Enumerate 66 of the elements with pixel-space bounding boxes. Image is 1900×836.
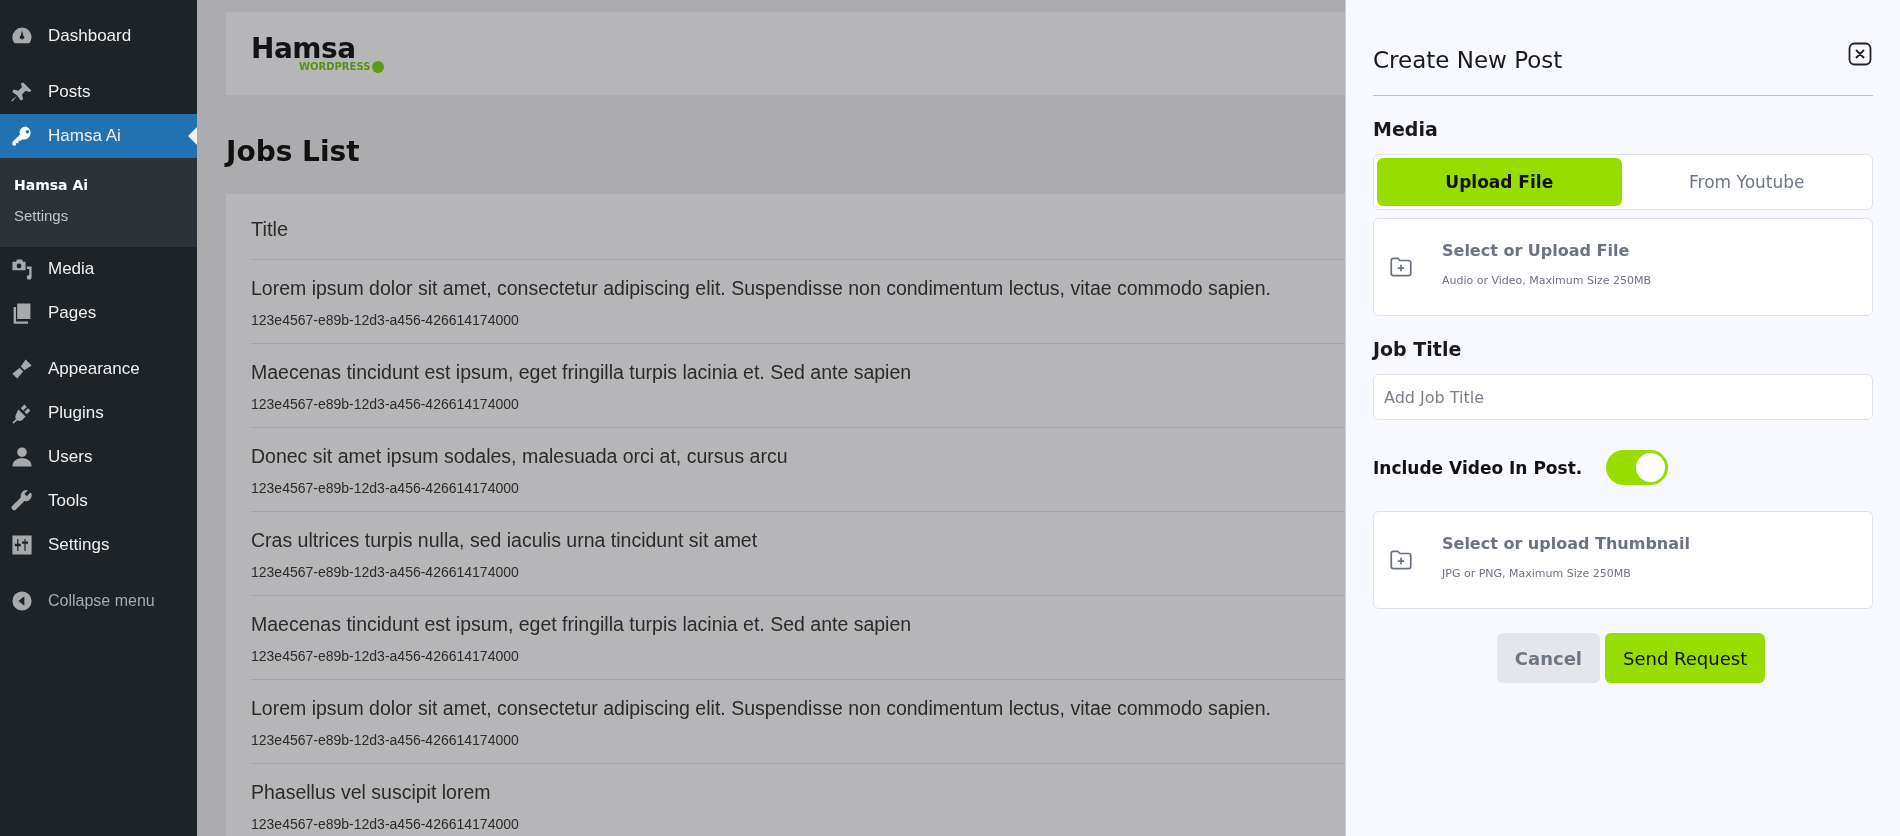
sidebar-item[interactable]: Hamsa Ai [0, 114, 197, 158]
media-tab[interactable]: Upload File [1377, 158, 1622, 206]
menu-label: Media [48, 259, 95, 279]
collapse-icon [10, 589, 34, 613]
section-label: Media [1373, 118, 1439, 140]
job-id: 123e4567-e89b-12d3-a456-426614174000 [251, 564, 519, 580]
pin-icon [10, 80, 34, 104]
sidebar-item[interactable]: Dashboard [0, 14, 197, 58]
job-title[interactable]: Maecenas tincidunt est ipsum, eget fringilla turpis lacinia et. Sed ante sapien [251, 613, 912, 636]
job-title[interactable]: Donec sit amet ipsum sodales, malesuada orci at, cursus arcu [251, 445, 788, 468]
job-title[interactable]: Cras ultrices turpis nulla, sed iaculis urna tincidunt sit amet [251, 529, 758, 552]
job-title[interactable]: Maecenas tincidunt est ipsum, eget fringilla turpis lacinia et. Sed ante sapien [251, 361, 912, 384]
thumbnail-drop-zone[interactable]: Select or upload Thumbnail JPG or PNG, Maximum Size 250MB [1373, 511, 1873, 609]
submenu-item[interactable]: Settings [0, 200, 197, 231]
menu-label: Tools [48, 491, 88, 511]
job-id: 123e4567-e89b-12d3-a456-426614174000 [251, 732, 519, 748]
send-request-button[interactable]: Send Request [1605, 633, 1766, 683]
sidebar-item[interactable]: Media [0, 247, 197, 291]
drop-zone-hint: JPG or PNG, Maximum Size 250MB [1442, 567, 1632, 580]
job-id: 123e4567-e89b-12d3-a456-426614174000 [251, 480, 519, 496]
media-tab[interactable]: From Youtube [1624, 158, 1869, 206]
brush-icon [10, 357, 34, 381]
toggle-label: Include Video In Post. [1373, 457, 1583, 478]
job-title[interactable]: Lorem ipsum dolor sit amet, consectetur adipiscing elit. Suspendisse non condimentum lectus, vitae commodo sapien. [251, 697, 1271, 720]
menu-label: Plugins [48, 403, 104, 423]
media-icon [10, 257, 34, 281]
wrench-icon [10, 489, 34, 513]
job-id: 123e4567-e89b-12d3-a456-426614174000 [251, 648, 519, 664]
menu-label: Pages [48, 303, 97, 323]
job-title[interactable]: Lorem ipsum dolor sit amet, consectetur adipiscing elit. Suspendisse non condimentum lectus, vitae commodo sapien. [251, 277, 1271, 300]
sidebar-item[interactable]: Posts [0, 70, 197, 114]
sidebar-item[interactable]: Users [0, 435, 197, 479]
menu-label: Dashboard [48, 26, 132, 46]
folder-plus-icon [1388, 547, 1414, 573]
close-button[interactable] [1847, 41, 1873, 68]
submenu-item[interactable]: Hamsa Ai [0, 170, 197, 200]
sidebar-item[interactable]: Pages [0, 291, 197, 335]
panel-title: Create New Post [1373, 46, 1563, 73]
drop-zone-title: Select or upload Thumbnail [1442, 534, 1690, 553]
toggle-switch[interactable] [1606, 450, 1669, 485]
column-header: Title [251, 217, 289, 242]
user-icon [10, 445, 34, 469]
folder-plus-icon [1388, 254, 1414, 280]
cancel-button[interactable]: Cancel [1496, 633, 1600, 683]
logo: Hamsa WORDPRESS [251, 34, 385, 73]
collapse-menu-button[interactable]: Collapse menu [0, 579, 197, 623]
file-drop-zone[interactable]: Select or Upload File Audio or Video, Maximum Size 250MB [1373, 218, 1873, 316]
drop-zone-hint: Audio or Video, Maximum Size 250MB [1442, 274, 1652, 287]
job-id: 123e4567-e89b-12d3-a456-426614174000 [251, 816, 519, 832]
job-id: 123e4567-e89b-12d3-a456-426614174000 [251, 396, 519, 412]
menu-label: Posts [48, 82, 91, 102]
sliders-icon [10, 533, 34, 557]
menu-label: Users [48, 447, 93, 467]
field-label: Job Title [1373, 338, 1463, 360]
sidebar-item[interactable]: Settings [0, 523, 197, 567]
menu-label: Settings [48, 535, 110, 555]
menu-label: Appearance [48, 359, 140, 379]
page-title: Jobs List [226, 135, 360, 168]
drop-zone-title: Select or Upload File [1442, 241, 1631, 260]
job-title[interactable]: Phasellus vel suscipit lorem [251, 781, 491, 804]
menu-label: Hamsa Ai [48, 126, 121, 146]
job-title-input[interactable]: Add Job Title [1373, 374, 1873, 420]
sidebar-item[interactable]: Plugins [0, 391, 197, 435]
job-id: 123e4567-e89b-12d3-a456-426614174000 [251, 312, 519, 328]
sidebar-item[interactable]: Tools [0, 479, 197, 523]
sidebar-item[interactable]: Appearance [0, 347, 197, 391]
